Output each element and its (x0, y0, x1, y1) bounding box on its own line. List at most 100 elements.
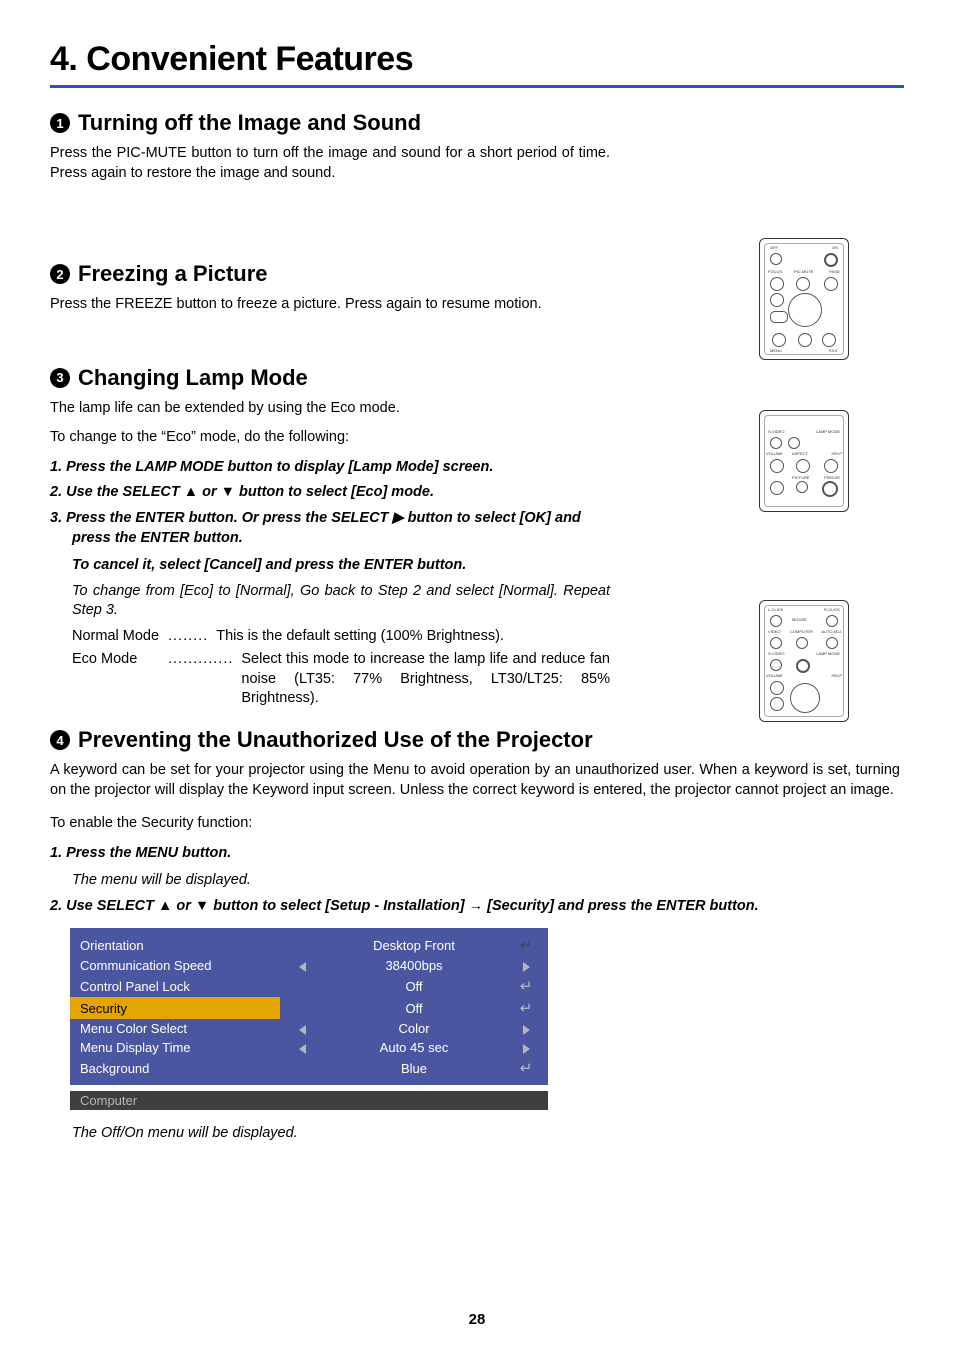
remote-lbl: VIDEO (768, 629, 780, 634)
osd-arrow-left-icon (280, 1038, 324, 1057)
section-2-body: Press the FREEZE button to freeze a pict… (50, 295, 610, 315)
osd-menu-row: Orientation Desktop Front↵ (70, 934, 548, 956)
osd-row-value: Auto 45 sec (324, 1038, 504, 1057)
remote-lbl: EXIT (829, 348, 838, 353)
osd-row-label: Orientation (70, 934, 280, 956)
circled-3-icon: 3 (50, 368, 70, 388)
section-2-title: Freezing a Picture (78, 261, 268, 287)
s4-step-1: 1. Press the MENU button. (50, 844, 922, 864)
remote-lbl: S-VIDEO (768, 651, 784, 656)
remote-lbl: FREEZE (824, 475, 840, 480)
osd-arrow-right-icon: ↵ (504, 1057, 548, 1079)
section-3-heading: 3 Changing Lamp Mode (50, 365, 610, 391)
s4-step-1-sub: The menu will be displayed. (72, 871, 900, 891)
osd-row-label: Control Panel Lock (70, 975, 280, 997)
osd-menu-row: Background Blue↵ (70, 1057, 548, 1079)
chapter-rule (50, 85, 904, 88)
remote-lbl: MENU (770, 348, 782, 353)
page-number: 28 (0, 1311, 954, 1328)
remote-illustration-3: L-CLICK R-CLICK MOUSE VIDEO COMPUTER AUT… (759, 600, 849, 722)
osd-arrow-left-icon (280, 934, 324, 956)
osd-menu-screenshot: OrientationDesktop Front↵Communication S… (70, 928, 548, 1110)
osd-arrow-left-icon (280, 1019, 324, 1038)
remote-lbl: MOUSE (792, 617, 807, 622)
section-3-p1: The lamp life can be extended by using t… (50, 399, 610, 419)
osd-arrow-left-icon (280, 956, 324, 975)
eco-mode-term: Eco Mode (72, 650, 168, 709)
remote-lbl: FOCUS (768, 269, 782, 274)
osd-arrow-right-icon: ↵ (504, 975, 548, 997)
osd-row-label: Menu Display Time (70, 1038, 280, 1057)
osd-row-value: Off (324, 997, 504, 1019)
circled-2-icon: 2 (50, 264, 70, 284)
remote-lbl: L-CLICK (768, 607, 783, 612)
remote-lbl: VOLUME (766, 673, 783, 678)
osd-menu-row: Communication Speed 38400bps (70, 956, 548, 975)
remote-lbl: HELP (832, 451, 842, 456)
dots: ........ (168, 627, 216, 647)
remote-lbl: HELP (832, 673, 842, 678)
normal-mode-desc: This is the default setting (100% Bright… (216, 627, 610, 647)
osd-arrow-right-icon (504, 956, 548, 975)
remote-lbl: PIC-MUTE (794, 269, 813, 274)
s4-after-menu: The Off/On menu will be displayed. (72, 1124, 900, 1144)
remote-lbl: VOLUME (766, 451, 783, 456)
normal-mode-term: Normal Mode (72, 627, 168, 647)
section-1-title: Turning off the Image and Sound (78, 110, 421, 136)
osd-menu-table: OrientationDesktop Front↵Communication S… (70, 934, 548, 1079)
remote-illustration-1: OFF ON FOCUS PIC-MUTE PAGE MENU EXIT (759, 238, 849, 360)
s3-step-2: 2. Use the SELECT ▲ or ▼ button to selec… (50, 483, 610, 503)
section-1-body: Press the PIC-MUTE button to turn off th… (50, 144, 610, 183)
osd-arrow-left-icon (280, 975, 324, 997)
s3-step-3: 3. Press the ENTER button. Or press the … (50, 509, 610, 548)
dots: ............. (168, 650, 241, 709)
osd-row-label: Background (70, 1057, 280, 1079)
circled-1-icon: 1 (50, 113, 70, 133)
osd-arrow-right-icon: ↵ (504, 997, 548, 1019)
osd-menu-footer: Computer (70, 1091, 548, 1110)
section-1-heading: 1 Turning off the Image and Sound (50, 110, 610, 136)
osd-row-value: Desktop Front (324, 934, 504, 956)
osd-row-value: Off (324, 975, 504, 997)
remote-lbl: R-CLICK (824, 607, 840, 612)
osd-arrow-right-icon (504, 1019, 548, 1038)
osd-row-label: Security (70, 997, 280, 1019)
remote-lbl: OFF (770, 245, 778, 250)
remote-lbl: LAMP MODE (816, 651, 840, 656)
remote-lbl: ASPECT (792, 451, 808, 456)
remote-lbl: ON (832, 245, 838, 250)
s3-cancel: To cancel it, select [Cancel] and press … (72, 556, 610, 576)
s3-change-back: To change from [Eco] to [Normal], Go bac… (72, 582, 610, 621)
osd-menu-row: Control Panel Lock Off↵ (70, 975, 548, 997)
remote-lbl: PICTURE (792, 475, 810, 480)
remote-lbl: LAMP MODE (816, 429, 840, 434)
section-4-title: Preventing the Unauthorized Use of the P… (78, 727, 593, 753)
osd-arrow-right-icon (504, 1038, 548, 1057)
osd-arrow-left-icon (280, 1057, 324, 1079)
mode-definitions: Normal Mode ........ This is the default… (72, 627, 610, 709)
osd-row-label: Menu Color Select (70, 1019, 280, 1038)
osd-row-value: Color (324, 1019, 504, 1038)
osd-menu-row: Menu Color Select Color (70, 1019, 548, 1038)
remote-lbl: S-VIDEO (768, 429, 784, 434)
osd-arrow-left-icon (280, 997, 324, 1019)
osd-menu-row: Security Off↵ (70, 997, 548, 1019)
section-3-p2: To change to the “Eco” mode, do the foll… (50, 428, 610, 448)
chapter-title: 4. Convenient Features (50, 40, 904, 79)
eco-mode-desc: Select this mode to increase the lamp li… (241, 650, 610, 709)
remote-lbl: COMPUTER (790, 629, 813, 634)
remote-lbl: AUTO ADJ. (821, 629, 842, 634)
osd-row-value: Blue (324, 1057, 504, 1079)
osd-row-label: Communication Speed (70, 956, 280, 975)
section-2-heading: 2 Freezing a Picture (50, 261, 610, 287)
section-4-p2: To enable the Security function: (50, 814, 900, 834)
remote-lbl: PAGE (829, 269, 840, 274)
s3-step-1: 1. Press the LAMP MODE button to display… (50, 458, 610, 478)
s4-step-2: 2. Use SELECT ▲ or ▼ button to select [S… (50, 897, 922, 917)
osd-menu-row: Menu Display Time Auto 45 sec (70, 1038, 548, 1057)
section-3-title: Changing Lamp Mode (78, 365, 308, 391)
circled-4-icon: 4 (50, 730, 70, 750)
osd-row-value: 38400bps (324, 956, 504, 975)
section-4-heading: 4 Preventing the Unauthorized Use of the… (50, 727, 904, 753)
osd-arrow-right-icon: ↵ (504, 934, 548, 956)
